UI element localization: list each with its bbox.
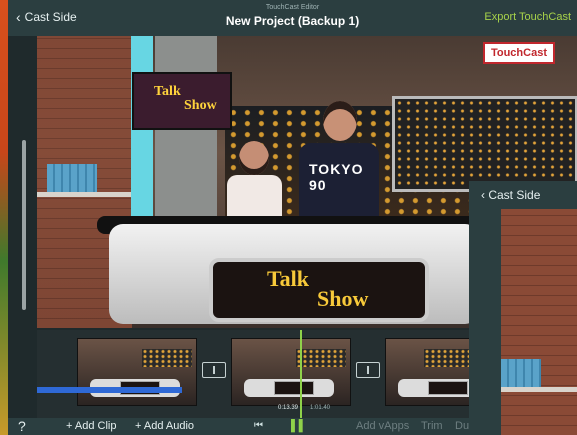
current-time: 0:13.39 bbox=[278, 405, 299, 411]
clip-screen bbox=[274, 381, 314, 395]
books bbox=[47, 164, 97, 192]
clip-city bbox=[296, 349, 346, 367]
desk-text-talk: Talk bbox=[267, 266, 310, 291]
presenter-boy: TOKYO 90 bbox=[299, 101, 379, 226]
panel-books bbox=[501, 359, 541, 387]
girl-head bbox=[239, 141, 269, 175]
scrollbar[interactable] bbox=[22, 140, 26, 310]
desk-text-show: Show bbox=[317, 286, 369, 311]
playhead[interactable] bbox=[300, 330, 302, 418]
panel-shelf bbox=[501, 387, 577, 392]
trim-button[interactable]: Trim bbox=[421, 420, 443, 432]
timeline[interactable]: 0:13.39 1:01.40 bbox=[37, 330, 479, 418]
transition-button[interactable] bbox=[202, 362, 226, 378]
end-time: 1:01.40 bbox=[310, 405, 331, 411]
clip-thumbnail[interactable] bbox=[385, 338, 479, 406]
shelf bbox=[37, 192, 132, 197]
top-bar: ‹ Cast Side TouchCast Editor New Project… bbox=[8, 0, 577, 36]
studio-tv: Talk Show bbox=[132, 72, 232, 130]
tv-text-show: Show bbox=[184, 98, 217, 113]
clip-audio-strip bbox=[37, 387, 182, 393]
wall-screen bbox=[392, 96, 577, 192]
touchcast-logo: TouchCast bbox=[482, 42, 555, 64]
desk-panel: Talk Show bbox=[209, 258, 429, 322]
panel-header: ‹ Cast Side bbox=[469, 181, 577, 209]
transition-icon bbox=[367, 366, 369, 374]
duplicate-button[interactable]: Du bbox=[455, 420, 469, 432]
add-vapps-button[interactable]: Add vApps bbox=[356, 420, 409, 432]
pause-icon[interactable]: ▌▌ bbox=[291, 420, 307, 432]
boy-head bbox=[323, 101, 357, 141]
tv-text-talk: Talk bbox=[154, 84, 181, 99]
clip-thumbnail[interactable] bbox=[231, 338, 351, 406]
panel-back-button[interactable]: ‹ Cast Side bbox=[481, 188, 540, 202]
app-subtitle: TouchCast Editor bbox=[265, 4, 320, 11]
skip-back-icon[interactable]: ⏮ bbox=[254, 420, 263, 431]
transition-button[interactable] bbox=[356, 362, 380, 378]
panel-margin bbox=[469, 209, 501, 435]
add-clip-button[interactable]: + Add Clip bbox=[66, 420, 116, 432]
add-audio-button[interactable]: + Add Audio bbox=[135, 420, 194, 432]
panel-back-label: Cast Side bbox=[488, 188, 541, 202]
panel-preview[interactable] bbox=[501, 209, 577, 435]
clip-screen bbox=[428, 381, 468, 395]
clip-city bbox=[424, 349, 474, 367]
boy-body: TOKYO 90 bbox=[299, 143, 379, 226]
cast-side-panel: ‹ Cast Side bbox=[469, 181, 577, 435]
help-button[interactable]: ? bbox=[18, 418, 26, 434]
clip-city bbox=[142, 349, 192, 367]
clip-thumbnail[interactable] bbox=[77, 338, 197, 406]
transition-icon bbox=[213, 366, 215, 374]
shirt-text: TOKYO 90 bbox=[309, 161, 364, 193]
gray-pillar bbox=[155, 36, 217, 226]
export-button[interactable]: Export TouchCast bbox=[484, 11, 571, 23]
